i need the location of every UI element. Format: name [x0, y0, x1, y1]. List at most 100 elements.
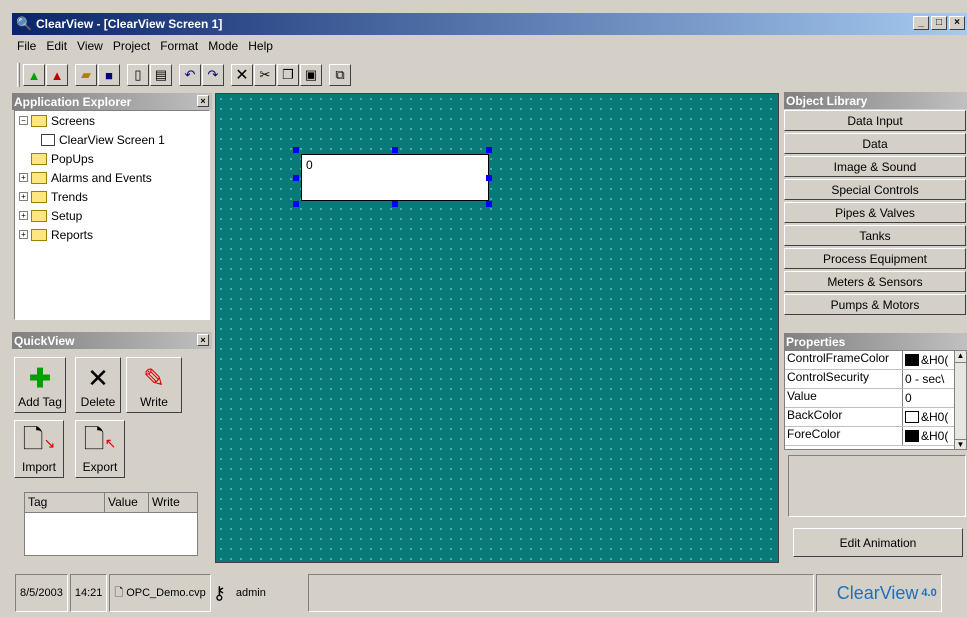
resize-handle-w[interactable]: [293, 175, 299, 181]
resize-handle-n[interactable]: [392, 147, 398, 153]
library-data-input-button[interactable]: Data Input: [784, 110, 966, 131]
expand-icon[interactable]: +: [19, 192, 28, 201]
application-explorer-tree: − Screens ClearView Screen 1 PopUps + Alarms …: [14, 110, 210, 320]
add-tag-button[interactable]: ✚ Add Tag: [14, 357, 66, 413]
tree-item-trends[interactable]: + Trends: [15, 187, 209, 206]
resize-handle-se[interactable]: [486, 201, 492, 207]
value-column-header[interactable]: Value: [105, 493, 149, 512]
menu-project[interactable]: Project: [108, 39, 155, 53]
tree-item-reports[interactable]: + Reports: [15, 225, 209, 244]
property-name: ControlSecurity: [785, 370, 903, 388]
library-pumps-motors-button[interactable]: Pumps & Motors: [784, 294, 966, 315]
collapse-icon[interactable]: −: [19, 116, 28, 125]
resize-handle-e[interactable]: [486, 175, 492, 181]
resize-handle-ne[interactable]: [486, 147, 492, 153]
undo-icon[interactable]: ↶: [179, 64, 201, 86]
close-button[interactable]: ×: [949, 16, 965, 30]
tree-item-screens[interactable]: − Screens: [15, 111, 209, 130]
library-meters-sensors-button[interactable]: Meters & Sensors: [784, 271, 966, 292]
delete-icon[interactable]: ✕: [231, 64, 253, 86]
property-row[interactable]: ForeColor &H0(: [785, 427, 955, 446]
property-name: Value: [785, 389, 903, 407]
menu-view[interactable]: View: [72, 39, 108, 53]
property-row[interactable]: BackColor &H0(: [785, 408, 955, 427]
library-image-sound-button[interactable]: Image & Sound: [784, 156, 966, 177]
library-tanks-button[interactable]: Tanks: [784, 225, 966, 246]
cut-icon[interactable]: ✂: [254, 64, 276, 86]
write-button[interactable]: ✎ Write: [126, 357, 182, 413]
menu-format[interactable]: Format: [155, 39, 203, 53]
property-value[interactable]: &H0(: [903, 427, 955, 445]
run-mode-icon[interactable]: ▲: [23, 64, 45, 86]
status-bar: 8/5/2003 14:21 🗋 OPC_Demo.cvp ⚷ admin Clea…: [15, 572, 944, 614]
tree-item-label: Setup: [51, 208, 83, 223]
toolbar-grip[interactable]: [17, 63, 20, 87]
library-special-controls-button[interactable]: Special Controls: [784, 179, 966, 200]
screen-design-canvas[interactable]: [215, 93, 779, 563]
close-quickview-button[interactable]: ×: [197, 334, 209, 346]
library-data-button[interactable]: Data: [784, 133, 966, 154]
x-mark-icon: ✕: [87, 363, 109, 393]
write-column-header[interactable]: Write: [149, 493, 197, 512]
tree-item-label: Screens: [51, 113, 96, 128]
minimize-button[interactable]: _: [913, 16, 929, 30]
tree-item-label: Trends: [51, 189, 88, 204]
tree-item-label: Reports: [51, 227, 94, 242]
print-icon[interactable]: ▤: [150, 64, 172, 86]
expand-icon[interactable]: +: [19, 211, 28, 220]
property-description-box: [788, 455, 966, 517]
screen-properties-icon[interactable]: ⧉: [329, 64, 351, 86]
import-button[interactable]: 🗋↘ Import: [14, 420, 64, 478]
data-input-control[interactable]: 0: [301, 154, 489, 201]
tree-item-popups[interactable]: PopUps: [15, 149, 209, 168]
scroll-down-icon[interactable]: ▼: [955, 439, 966, 449]
edit-animation-button[interactable]: Edit Animation: [793, 528, 963, 557]
library-process-equipment-button[interactable]: Process Equipment: [784, 248, 966, 269]
property-value[interactable]: 0: [903, 389, 955, 407]
copy-icon[interactable]: ❐: [277, 64, 299, 86]
new-page-icon[interactable]: ▯: [127, 64, 149, 86]
delete-button[interactable]: ✕ Delete: [75, 357, 121, 413]
property-row[interactable]: ControlSecurity 0 - sec\: [785, 370, 955, 389]
clearview-app-icon: 🔍: [16, 16, 33, 31]
properties-scrollbar[interactable]: ▲ ▼: [954, 351, 966, 449]
library-pipes-valves-button[interactable]: Pipes & Valves: [784, 202, 966, 223]
menu-bar: File Edit View Project Format Mode Help: [12, 36, 278, 56]
close-explorer-button[interactable]: ×: [197, 95, 209, 107]
add-tag-label: Add Tag: [18, 395, 62, 409]
menu-help[interactable]: Help: [243, 39, 278, 53]
redo-icon[interactable]: ↷: [202, 64, 224, 86]
export-label: Export: [82, 460, 118, 474]
resize-handle-sw[interactable]: [293, 201, 299, 207]
write-label: Write: [140, 395, 168, 409]
folder-icon: [31, 190, 47, 203]
property-value[interactable]: &H0(: [903, 351, 955, 369]
application-explorer-header: Application Explorer ×: [12, 93, 212, 110]
design-mode-icon[interactable]: ▲: [46, 64, 68, 86]
menu-edit[interactable]: Edit: [41, 39, 72, 53]
menu-mode[interactable]: Mode: [203, 39, 243, 53]
open-folder-icon[interactable]: ▰: [75, 64, 97, 86]
tag-column-header[interactable]: Tag: [25, 493, 105, 512]
property-row[interactable]: Value 0: [785, 389, 955, 408]
resize-handle-nw[interactable]: [293, 147, 299, 153]
expand-icon[interactable]: +: [19, 173, 28, 182]
folder-icon: [31, 114, 47, 127]
save-icon[interactable]: ■: [98, 64, 120, 86]
export-document-icon: 🗋↖: [83, 424, 117, 454]
property-row[interactable]: ControlFrameColor &H0(: [785, 351, 955, 370]
menu-file[interactable]: File: [12, 39, 41, 53]
resize-handle-s[interactable]: [392, 201, 398, 207]
tree-item-alarms-and-events[interactable]: + Alarms and Events: [15, 168, 209, 187]
expand-icon[interactable]: +: [19, 230, 28, 239]
import-document-icon: 🗋↘: [22, 424, 56, 454]
tree-item-setup[interactable]: + Setup: [15, 206, 209, 225]
property-value[interactable]: 0 - sec\: [903, 370, 955, 388]
scroll-up-icon[interactable]: ▲: [955, 351, 966, 363]
export-button[interactable]: 🗋↖ Export: [75, 420, 125, 478]
status-date: 8/5/2003: [15, 574, 68, 612]
property-value[interactable]: &H0(: [903, 408, 955, 426]
paste-icon[interactable]: ▣: [300, 64, 322, 86]
maximize-button[interactable]: □: [931, 16, 947, 30]
tree-item-clearview-screen-1[interactable]: ClearView Screen 1: [15, 130, 209, 149]
